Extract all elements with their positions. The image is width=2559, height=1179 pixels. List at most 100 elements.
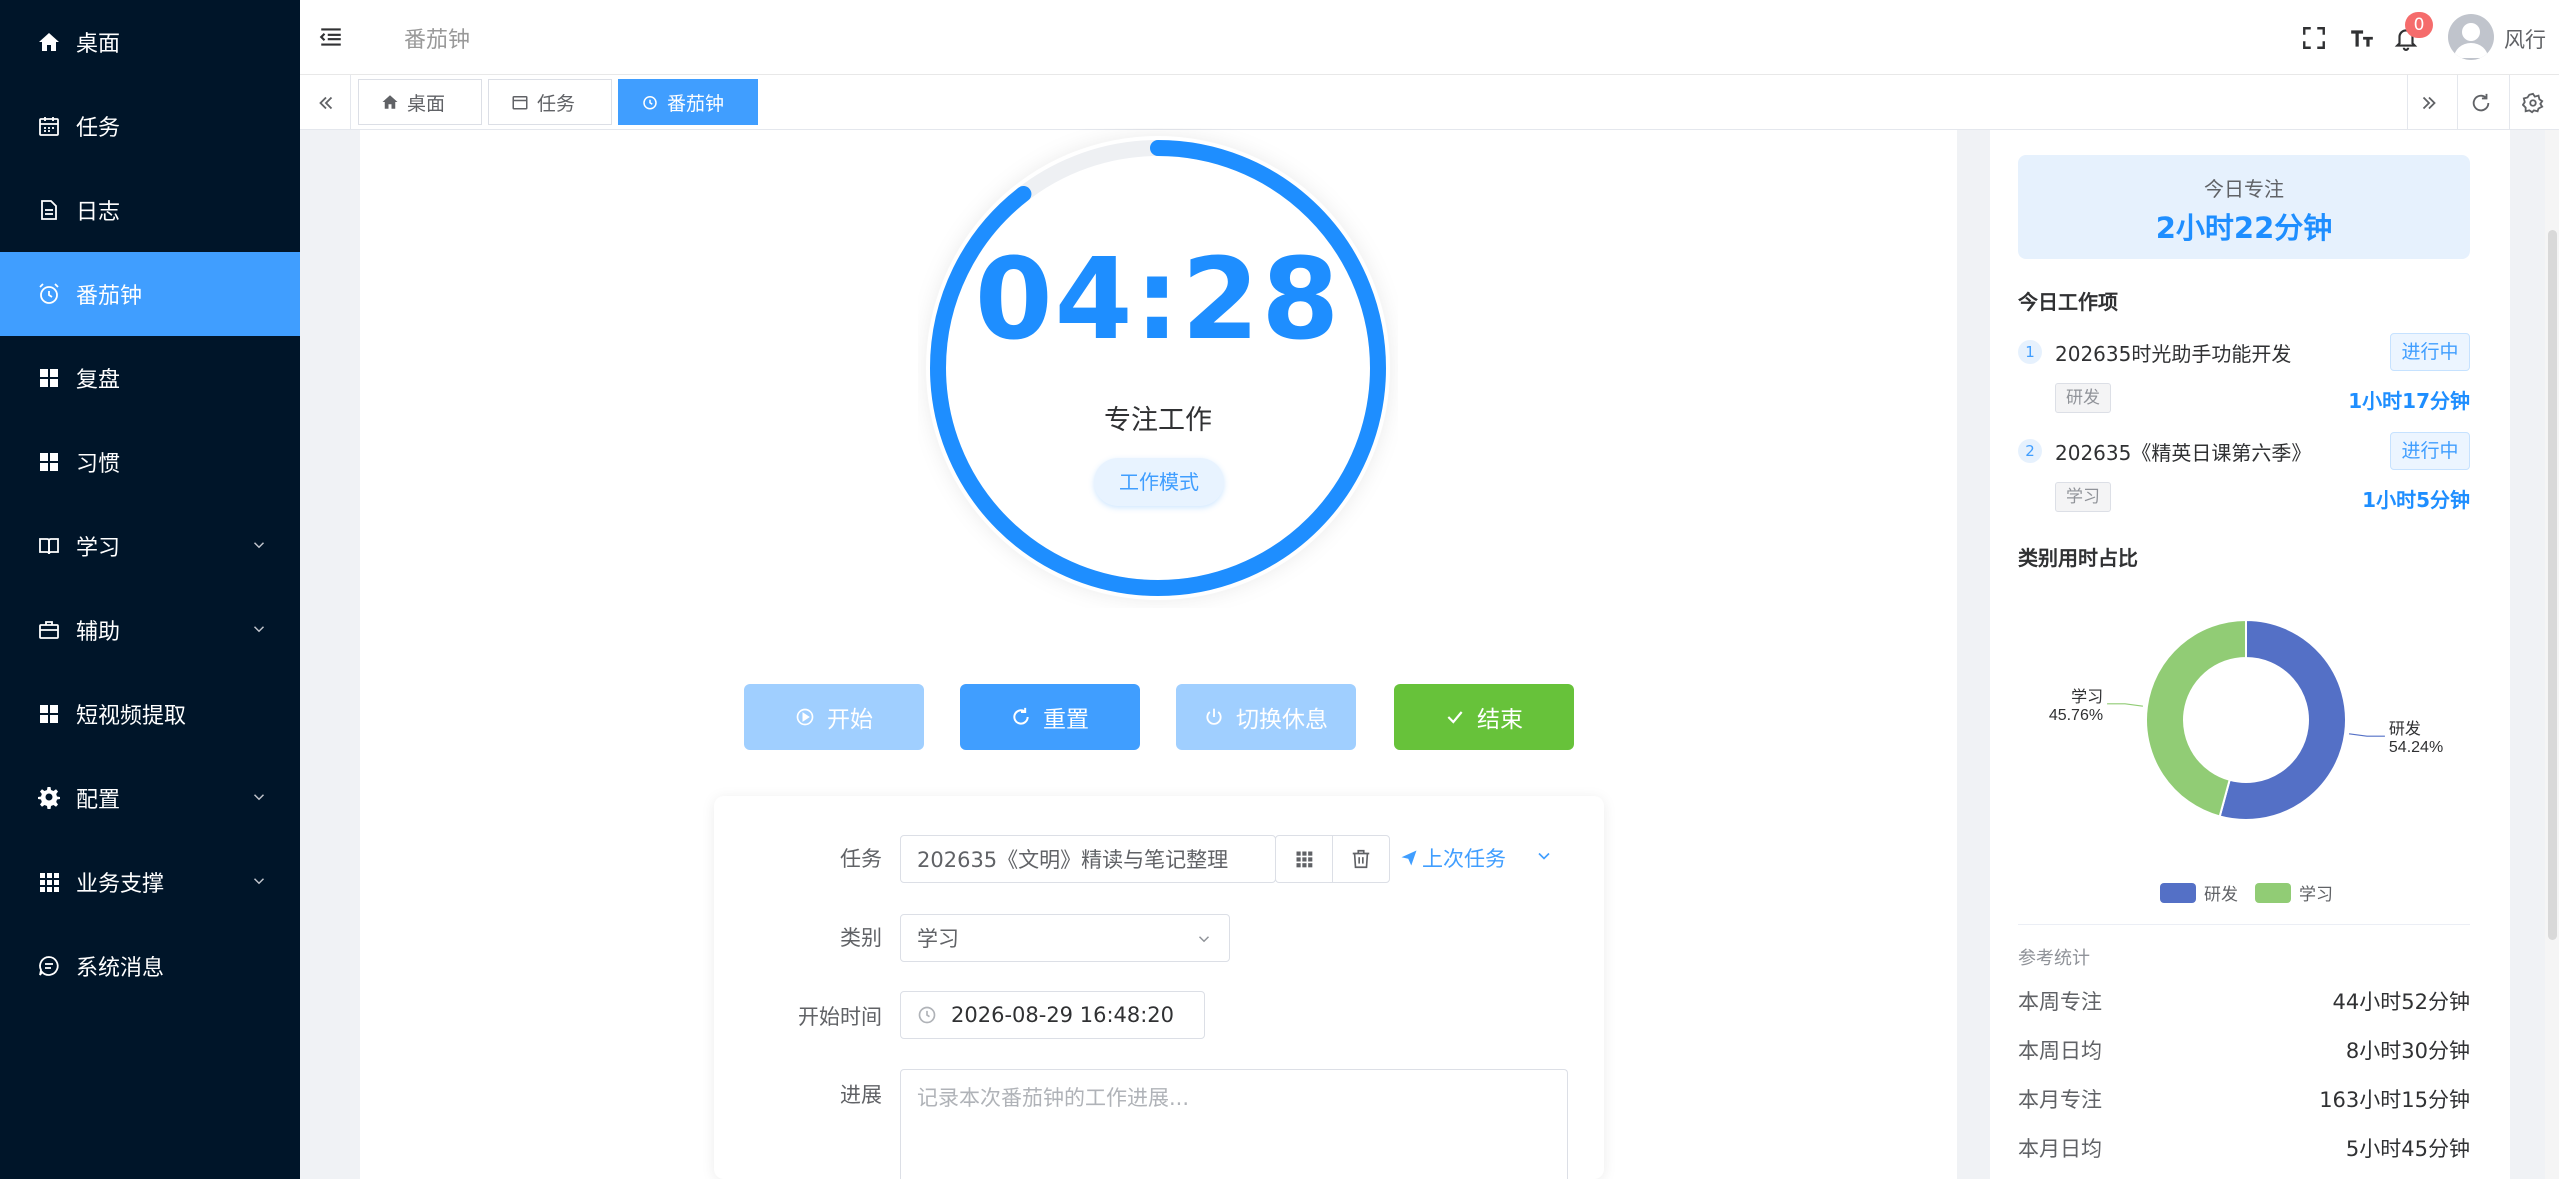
grid-icon [36, 449, 62, 475]
document-icon [36, 197, 62, 223]
legend-swatch [2255, 882, 2291, 903]
tabs-scroll-left-icon[interactable] [308, 85, 344, 121]
sidebar-item-assist[interactable]: 辅助 [0, 588, 300, 672]
start-time-picker[interactable]: 2026-08-29 16:48:20 [900, 991, 1205, 1039]
reset-button[interactable]: 重置 [960, 684, 1140, 750]
category-ratio-title: 类别用时占比 [2018, 546, 2138, 570]
pie-leader-line-1 [2107, 703, 2144, 707]
start-button[interactable]: 开始 [744, 684, 924, 750]
grid-icon [36, 365, 62, 391]
scrollbar-thumb[interactable] [2548, 230, 2557, 940]
clear-task-button[interactable] [1332, 835, 1390, 883]
ref-stat-row: 本月日均 5小时45分钟 [2018, 1137, 2470, 1161]
home-icon [36, 29, 62, 55]
username[interactable]: 风行 [2504, 24, 2546, 54]
category-select[interactable]: 学习 [900, 914, 1230, 962]
trash-icon [1352, 849, 1370, 869]
sidebar-item-messages[interactable]: 系统消息 [0, 924, 300, 1008]
timer-display: 04:28 [974, 235, 1342, 365]
sidebar-item-study[interactable]: 学习 [0, 504, 300, 588]
sidebar-item-label: 辅助 [76, 620, 121, 645]
sidebar-item-label: 复盘 [76, 368, 121, 393]
legend-swatch [2160, 882, 2196, 903]
select-task-button[interactable] [1275, 835, 1333, 883]
sidebar-item-log[interactable]: 日志 [0, 168, 300, 252]
ref-stat-row: 本周日均 8小时30分钟 [2018, 1039, 2470, 1063]
pie-label-0: 研发 [2389, 720, 2421, 738]
chevron-down-icon [1198, 936, 1210, 943]
sidebar-item-business[interactable]: 业务支撑 [0, 840, 300, 924]
sidebar-item-label: 短视频提取 [76, 704, 187, 729]
clock-icon [918, 1006, 936, 1024]
pie-label-1: 学习 [2071, 688, 2103, 706]
progress-label: 进展 [840, 1083, 882, 1107]
category-pie-chart: 研发54.24% 学习45.76% [2049, 618, 2443, 821]
category-tag: 学习 [2055, 482, 2111, 512]
ref-stat-row: 本月专注 163小时15分钟 [2018, 1088, 2470, 1112]
font-size-icon[interactable] [2348, 24, 2376, 52]
sidebar-item-label: 任务 [76, 116, 121, 141]
tabs-bar: 桌面 任务 番茄钟 [300, 75, 2559, 130]
tab-pomodoro[interactable]: 番茄钟 [618, 79, 758, 125]
refresh-icon[interactable] [2463, 85, 2499, 121]
menu-toggle-icon[interactable] [318, 24, 344, 50]
task-input[interactable]: 202635《文明》精读与笔记整理 [900, 835, 1276, 883]
work-item-duration: 1小时17分钟 [2348, 389, 2470, 413]
sidebar-item-label: 习惯 [76, 452, 121, 477]
divider [2018, 924, 2470, 925]
legend-item[interactable]: 研发 [2160, 880, 2238, 905]
progress-textarea[interactable]: 记录本次番茄钟的工作进展... [900, 1069, 1568, 1179]
alarm-clock-icon [643, 96, 657, 110]
chevron-down-icon[interactable] [1534, 846, 1554, 866]
sidebar-item-desktop[interactable]: 桌面 [0, 0, 300, 84]
work-item-title[interactable]: 202635时光助手功能开发 [2055, 338, 2291, 367]
legend-item[interactable]: 学习 [2255, 880, 2333, 905]
sidebar-item-label: 桌面 [76, 32, 121, 57]
chat-icon [36, 953, 62, 979]
briefcase-icon [36, 617, 62, 643]
check-icon [1447, 711, 1463, 724]
tab-tasks[interactable]: 任务 [488, 79, 612, 125]
breadcrumb: 番茄钟 [404, 28, 471, 53]
chevron-down-icon [253, 794, 265, 801]
today-focus-card: 今日专注 2小时22分钟 [2018, 155, 2470, 259]
sidebar-item-video-extract[interactable]: 短视频提取 [0, 672, 300, 756]
top-header: 番茄钟 0 风行 [300, 0, 2559, 75]
sidebar-item-pomodoro[interactable]: 番茄钟 [0, 252, 300, 336]
tab-desktop[interactable]: 桌面 [358, 79, 482, 125]
sidebar-item-review[interactable]: 复盘 [0, 336, 300, 420]
category-tag: 研发 [2055, 383, 2111, 413]
play-icon [796, 708, 814, 726]
alarm-clock-icon [36, 281, 62, 307]
sidebar-item-habits[interactable]: 习惯 [0, 420, 300, 504]
status-badge: 进行中 [2390, 333, 2470, 371]
settings-icon[interactable] [2515, 85, 2551, 121]
book-icon [36, 533, 62, 559]
mode-toggle[interactable]: 工作模式 [1094, 458, 1224, 506]
work-item-number: 2 [2018, 439, 2042, 463]
start-time-label: 开始时间 [798, 1005, 882, 1029]
today-focus-label: 今日专注 [2204, 177, 2284, 201]
switch-rest-button[interactable]: 切换休息 [1176, 684, 1356, 750]
work-item-title[interactable]: 202635《精英日课第六季》 [2055, 437, 2311, 466]
work-item-number: 1 [2018, 340, 2042, 364]
sidebar-item-label: 系统消息 [76, 956, 165, 981]
reference-stats-title: 参考统计 [2018, 948, 2090, 969]
sidebar-item-tasks[interactable]: 任务 [0, 84, 300, 168]
avatar[interactable] [2448, 14, 2494, 60]
fullscreen-icon[interactable] [2300, 24, 2328, 52]
end-button[interactable]: 结束 [1394, 684, 1574, 750]
sidebar-item-label: 业务支撑 [76, 872, 165, 897]
power-icon [1206, 708, 1222, 725]
sidebar-item-label: 番茄钟 [76, 284, 143, 309]
sidebar: 桌面 任务 日志 番茄钟 复盘 习惯 学习 辅助 短视频提取 配置 业务支撑 系… [0, 0, 300, 1179]
tabs-scroll-right-icon[interactable] [2411, 85, 2447, 121]
timer-phase-label: 专注工作 [1104, 405, 1212, 436]
sidebar-item-config[interactable]: 配置 [0, 756, 300, 840]
sidebar-item-label: 学习 [76, 536, 121, 561]
last-task-link[interactable]: 上次任务 [1400, 843, 1506, 873]
grid-icon [36, 701, 62, 727]
notification-badge: 0 [2405, 12, 2433, 38]
status-badge: 进行中 [2390, 432, 2470, 470]
refresh-icon [1013, 707, 1029, 725]
